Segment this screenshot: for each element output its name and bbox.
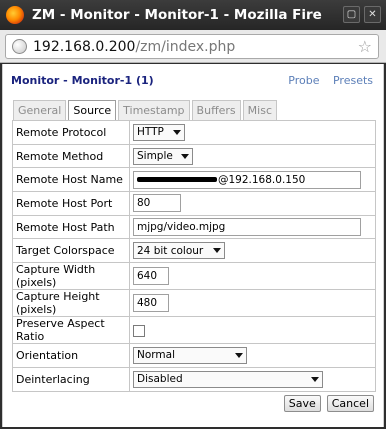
remote-host-port-input[interactable]: 80 <box>133 194 181 213</box>
bookmark-star-icon[interactable]: ☆ <box>358 37 372 56</box>
target-colorspace-value: 24 bit colour <box>137 244 204 257</box>
tab-buffers[interactable]: Buffers <box>191 100 241 120</box>
tab-misc[interactable]: Misc <box>242 100 277 120</box>
capture-height-input[interactable]: 480 <box>133 294 169 313</box>
deinterlacing-value: Disabled <box>137 373 183 386</box>
table-row: Orientation Normal <box>12 343 376 368</box>
tab-timestamp[interactable]: Timestamp <box>118 100 190 120</box>
dropdown-arrow-icon <box>311 376 319 382</box>
deinterlacing-label: Deinterlacing <box>12 366 130 392</box>
table-row: Remote Method Simple <box>12 143 376 169</box>
top-links: Probe Presets <box>278 74 373 87</box>
remote-host-name-label: Remote Host Name <box>12 167 130 193</box>
navigation-bar: 192.168.0.200/zm/index.php ☆ <box>0 30 386 63</box>
maximize-button[interactable]: ▢ <box>343 6 360 23</box>
table-row: Remote Host Path mjpg/video.mjpg <box>12 214 376 240</box>
url-bar[interactable]: 192.168.0.200/zm/index.php ☆ <box>5 34 379 59</box>
remote-method-value: Simple <box>137 150 173 163</box>
table-row: Capture Height (pixels) 480 <box>12 289 376 318</box>
preserve-aspect-label: Preserve Aspect Ratio <box>12 316 130 345</box>
page-title: Monitor - Monitor-1 (1) <box>11 74 154 87</box>
dropdown-arrow-icon <box>235 352 243 358</box>
table-row: Remote Host Port 80 <box>12 191 376 216</box>
url-path: /zm/index.php <box>135 38 236 55</box>
capture-width-label: Capture Width (pixels) <box>12 262 130 291</box>
save-button[interactable]: Save <box>283 395 321 412</box>
table-row: Remote Protocol HTTP <box>12 120 376 145</box>
url-host: 192.168.0.200 <box>33 38 136 55</box>
table-row: Target Colorspace 24 bit colour <box>12 238 376 264</box>
table-row: Preserve Aspect Ratio <box>12 316 376 345</box>
remote-host-name-input[interactable]: @192.168.0.150 <box>133 170 361 189</box>
table-row: Remote Host Name @192.168.0.150 <box>12 167 376 193</box>
remote-host-port-label: Remote Host Port <box>12 191 130 216</box>
presets-link[interactable]: Presets <box>333 74 373 87</box>
cancel-button[interactable]: Cancel <box>326 395 374 412</box>
orientation-select[interactable]: Normal <box>133 346 247 364</box>
remote-method-select[interactable]: Simple <box>133 147 193 165</box>
source-settings-table: Remote Protocol HTTP Remote Method Simpl… <box>12 120 376 392</box>
remote-protocol-select[interactable]: HTTP <box>133 123 185 141</box>
remote-method-label: Remote Method <box>12 143 130 169</box>
form-actions: Save Cancel <box>283 395 374 412</box>
probe-link[interactable]: Probe <box>288 74 319 87</box>
remote-protocol-label: Remote Protocol <box>12 120 130 145</box>
tab-source[interactable]: Source <box>68 100 117 121</box>
dropdown-arrow-icon <box>213 248 221 254</box>
dropdown-arrow-icon <box>173 129 181 135</box>
window-titlebar: ZM - Monitor - Monitor-1 - Mozilla Fire … <box>0 0 386 30</box>
target-colorspace-select[interactable]: 24 bit colour <box>133 242 225 260</box>
tab-general[interactable]: General <box>13 100 67 120</box>
globe-icon <box>12 39 27 54</box>
close-button[interactable]: ✕ <box>364 6 381 23</box>
orientation-value: Normal <box>137 349 175 362</box>
tab-bar: General Source Timestamp Buffers Misc <box>13 100 279 121</box>
remote-host-path-input[interactable]: mjpg/video.mjpg <box>133 218 361 237</box>
redaction-mark <box>137 177 217 183</box>
capture-width-input[interactable]: 640 <box>133 267 169 286</box>
remote-protocol-value: HTTP <box>137 126 164 139</box>
dropdown-arrow-icon <box>181 153 189 159</box>
preserve-aspect-checkbox[interactable] <box>133 324 145 337</box>
firefox-icon <box>6 6 24 24</box>
capture-height-label: Capture Height (pixels) <box>12 289 130 318</box>
window-title: ZM - Monitor - Monitor-1 - Mozilla Fire <box>32 7 322 23</box>
deinterlacing-select[interactable]: Disabled <box>133 370 323 388</box>
page-content: Monitor - Monitor-1 (1) Probe Presets Ge… <box>2 64 384 427</box>
remote-host-name-value: @192.168.0.150 <box>218 173 306 186</box>
target-colorspace-label: Target Colorspace <box>12 238 130 264</box>
table-row: Deinterlacing Disabled <box>12 366 376 392</box>
table-row: Capture Width (pixels) 640 <box>12 262 376 291</box>
orientation-label: Orientation <box>12 343 130 368</box>
remote-host-path-label: Remote Host Path <box>12 214 130 240</box>
